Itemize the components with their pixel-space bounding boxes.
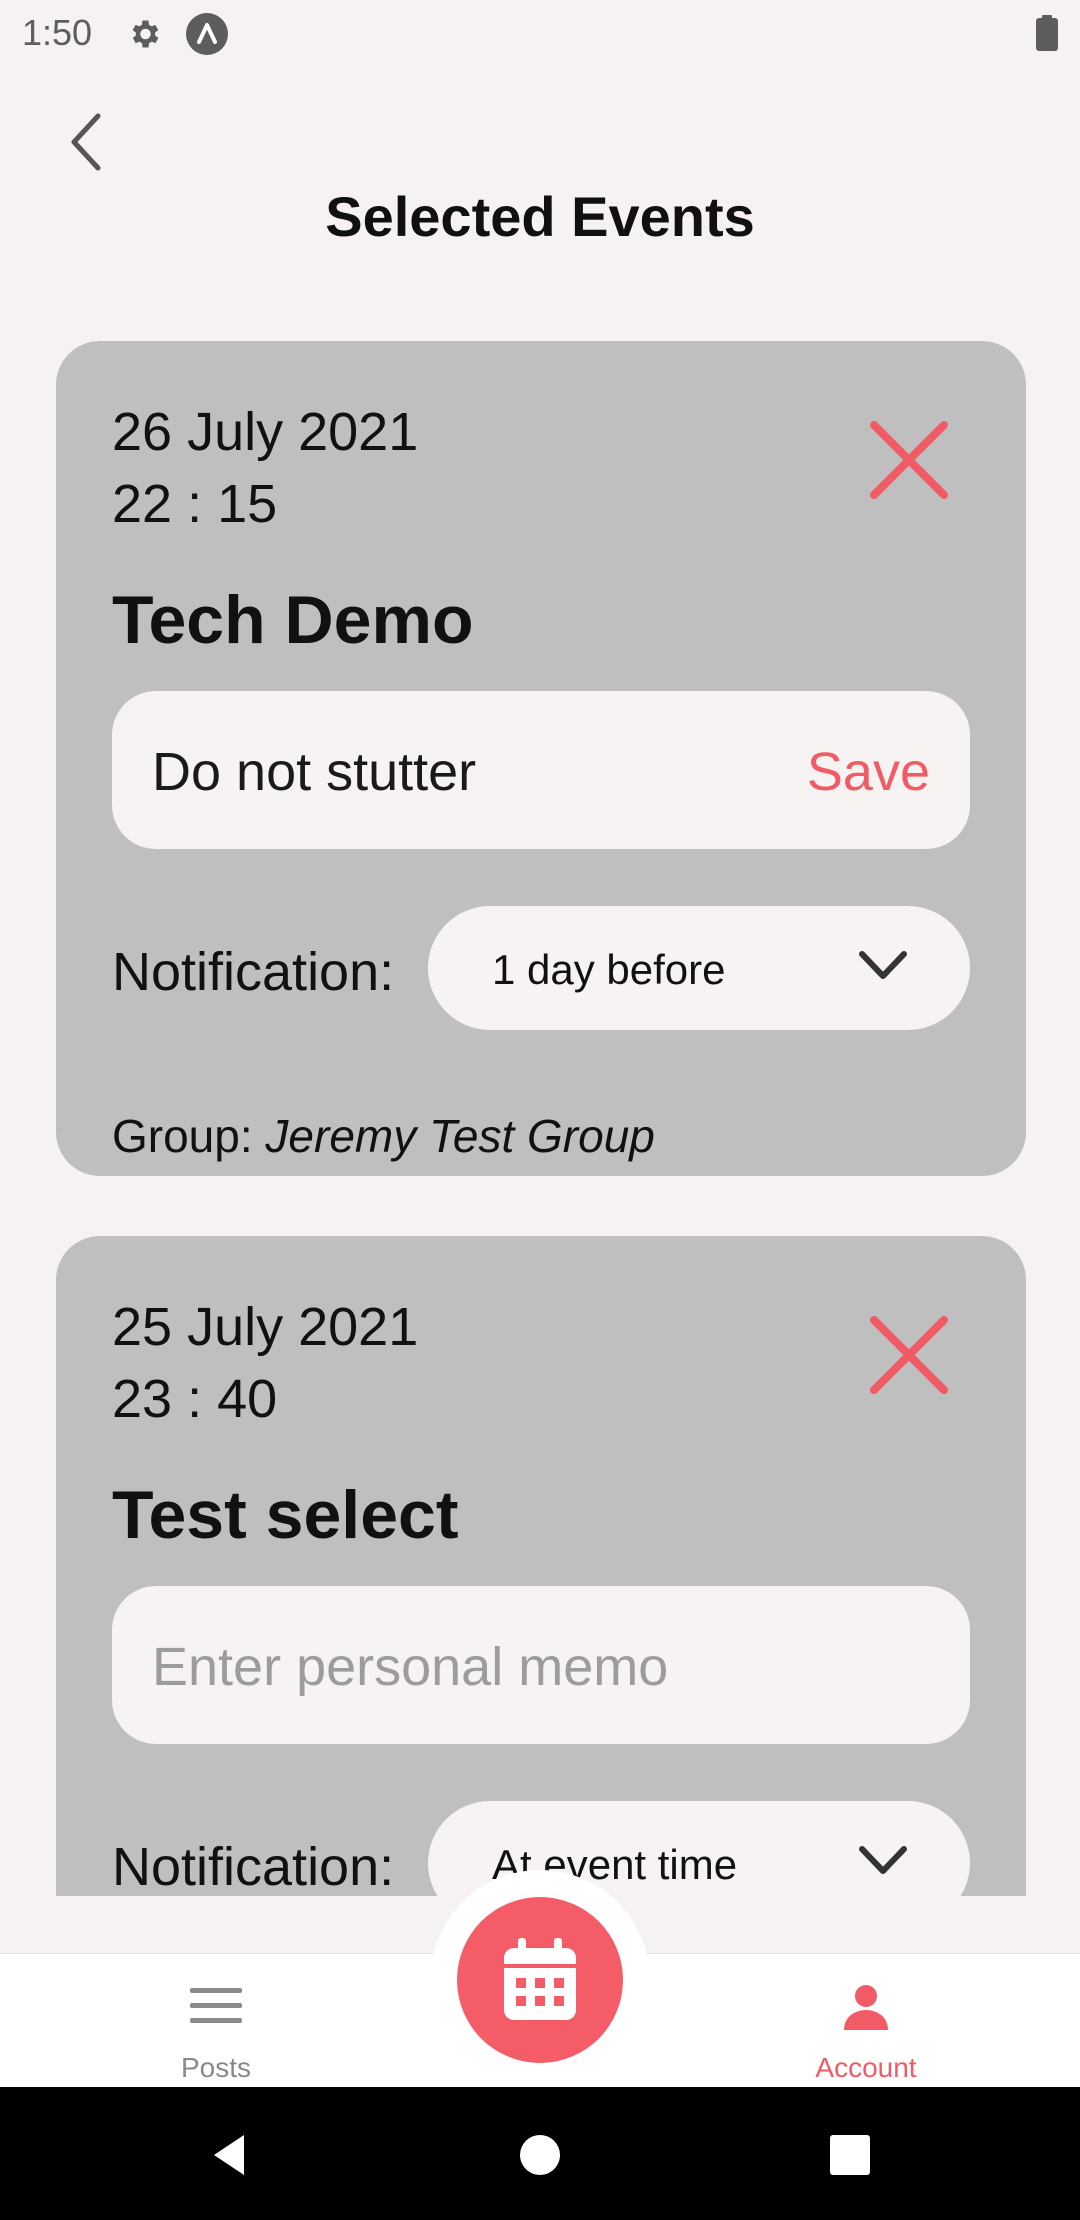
system-home-icon[interactable] [510, 2125, 570, 2185]
memo-input[interactable]: Enter personal memo [112, 1586, 970, 1744]
page-title: Selected Events [325, 185, 755, 248]
status-bar: 1:50 [0, 0, 1080, 66]
notification-label: Notification: [112, 942, 395, 1002]
notification-label: Notification: [112, 1837, 395, 1896]
battery-icon [1036, 15, 1058, 51]
group-line: Group: Jeremy Test Group [112, 1109, 655, 1163]
remove-event-button[interactable] [866, 417, 952, 503]
calendar-icon [504, 1938, 576, 2020]
system-navigation-bar [0, 2087, 1080, 2220]
memo-input[interactable]: Do not stutter Save [112, 691, 970, 849]
event-card: 26 July 2021 22 : 15 Tech Demo Do not st… [56, 341, 1026, 1176]
remove-event-button[interactable] [866, 1312, 952, 1398]
save-memo-button[interactable]: Save [807, 741, 930, 803]
events-list[interactable]: 26 July 2021 22 : 15 Tech Demo Do not st… [0, 296, 1080, 1896]
chevron-down-icon [859, 951, 907, 979]
chevron-down-icon [859, 1846, 907, 1874]
notification-value: 1 day before [492, 946, 726, 993]
event-date: 26 July 2021 [112, 402, 419, 462]
event-time: 22 : 15 [112, 474, 278, 534]
system-recents-icon[interactable] [820, 2125, 880, 2185]
nav-label-posts: Posts [180, 2052, 252, 2083]
group-name: Jeremy Test Group [265, 1110, 655, 1162]
event-title: Tech Demo [112, 582, 474, 658]
event-card: 25 July 2021 23 : 40 Test select Enter p… [56, 1236, 1026, 1896]
nav-label-account: Account [815, 2052, 917, 2083]
menu-icon [190, 1988, 242, 2023]
person-icon [844, 1985, 888, 2030]
status-time: 1:50 [22, 12, 93, 53]
system-back-icon[interactable] [200, 2125, 260, 2185]
back-button[interactable] [56, 104, 116, 180]
event-time: 23 : 40 [112, 1369, 278, 1429]
settings-gear-icon [132, 20, 159, 48]
nav-item-posts[interactable]: Posts [106, 1954, 326, 2088]
nav-item-account[interactable]: Account [756, 1954, 976, 2088]
memo-text[interactable]: Do not stutter [152, 741, 476, 803]
calendar-fab-button[interactable] [457, 1897, 623, 2063]
group-label: Group: [112, 1110, 266, 1162]
event-date: 25 July 2021 [112, 1297, 419, 1357]
notification-select[interactable]: 1 day before [428, 906, 970, 1030]
chevron-left-icon [71, 113, 101, 171]
memo-placeholder[interactable]: Enter personal memo [152, 1636, 668, 1698]
event-title: Test select [112, 1477, 459, 1553]
app-notification-icon [186, 13, 228, 55]
